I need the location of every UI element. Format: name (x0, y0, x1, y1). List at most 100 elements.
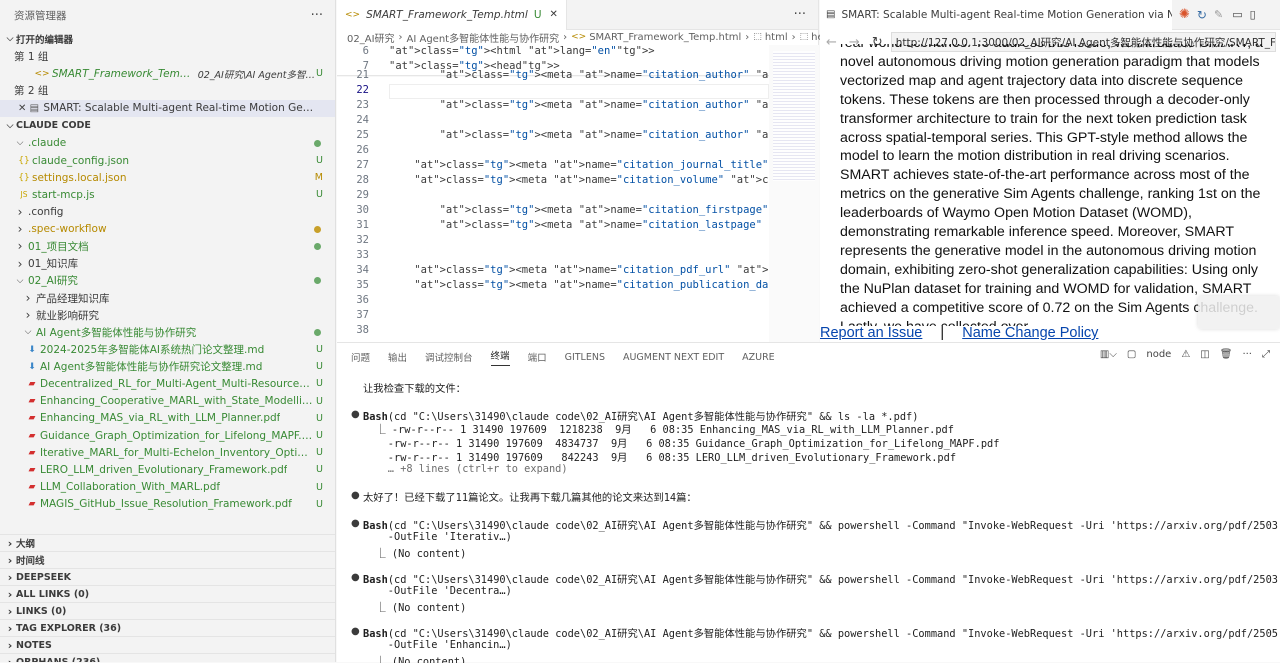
git-status-badge: U (316, 155, 323, 167)
breadcrumb-item[interactable]: AI Agent多智能体性能与协作研究 (407, 30, 560, 45)
explorer-sidebar: 资源管理器 ··· ⌵ 打开的编辑器 第 1 组 <> SMART_Framewo… (0, 0, 336, 662)
line-number: 30 (356, 204, 369, 216)
tree-item[interactable]: ▰ MAGIS_GitHub_Issue_Resolution_Framework… (0, 496, 335, 513)
explorer-more-button[interactable]: ··· (311, 8, 323, 23)
close-icon[interactable]: ✕ (18, 103, 30, 114)
open-editor-html[interactable]: <> SMART_Framework_Temp.html 02_AI研究\AI … (0, 65, 335, 82)
panel-tab[interactable]: 问题 (351, 350, 370, 364)
tree-item[interactable]: {} claude_config.json U (0, 152, 335, 169)
tree-item[interactable]: › .config (0, 204, 335, 221)
tree-item[interactable]: ⬇ AI Agent多智能体性能与协作研究论文整理.md U (0, 358, 335, 375)
tree-item[interactable]: ▰Sample_Efficiency_in_MARL_via_Explorati… (0, 513, 335, 515)
pdf-file-icon: ▰ (28, 430, 36, 441)
editor-tab-html[interactable]: <> SMART_Framework_Temp.html U ✕ (337, 0, 567, 30)
terminal-line: 让我检查下载的文件： (363, 380, 466, 395)
panel-tab[interactable]: AZURE (742, 352, 775, 363)
panel-layout-icon[interactable]: ▯ (1250, 8, 1256, 21)
open-editor-preview[interactable]: ✕ ▤ SMART: Scalable Multi-agent Real-tim… (0, 99, 335, 117)
line-number: 23 (356, 99, 369, 111)
tree-item[interactable]: ▰ Enhancing_Cooperative_MARL_with_State_M… (0, 393, 335, 410)
collapsed-section[interactable]: › ORPHANS (236) (0, 653, 335, 662)
tree-item[interactable]: ▰ LERO_LLM_driven_Evolutionary_Framework.… (0, 461, 335, 478)
code-line: "at">class="tg"><meta "at">name="citatio… (439, 69, 769, 81)
report-issue-link[interactable]: Report an Issue (820, 325, 922, 341)
tree-item[interactable]: › 01_知识库 (0, 255, 335, 272)
tree-item[interactable]: ▰ Enhancing_MAS_via_RL_with_LLM_Planner.p… (0, 410, 335, 427)
refresh-circle-icon[interactable]: ↻ (1197, 8, 1207, 22)
tree-item[interactable]: ▰ Iterative_MARL_for_Multi-Echelon_Invent… (0, 444, 335, 461)
project-label: CLAUDE CODE (16, 120, 91, 132)
panel-tab[interactable]: AUGMENT NEXT EDIT (623, 352, 724, 363)
code-line: "at">class="tg"><meta "at">name="citatio… (414, 264, 769, 276)
tree-item[interactable]: JS start-mcp.js U (0, 186, 335, 203)
collapsed-section[interactable]: › DEEPSEEK (0, 568, 335, 585)
tree-item[interactable]: ▰ LLM_Collaboration_With_MARL.pdf U (0, 479, 335, 496)
terminal-output[interactable]: 让我检查下载的文件： ● Bash(cd "C:\Users\31490\claud… (337, 371, 1280, 663)
breadcrumb-item[interactable]: SMART_Framework_Temp.html (589, 32, 741, 43)
panel-tab[interactable]: GITLENS (565, 352, 605, 363)
tree-item[interactable]: ▰ Decentralized_RL_for_Multi-Agent_Multi-… (0, 375, 335, 392)
tree-item[interactable]: ▰ Guidance_Graph_Optimization_for_Lifelon… (0, 427, 335, 444)
panel-tab[interactable]: 端口 (528, 350, 547, 364)
tree-item[interactable]: ⌵ 02_AI研究 (0, 272, 335, 289)
tree-item[interactable]: › .spec-workflow (0, 221, 335, 238)
terminal-name[interactable]: node (1146, 349, 1171, 360)
panel-tab[interactable]: 调试控制台 (425, 350, 473, 364)
collapsed-section[interactable]: › 时间线 (0, 551, 335, 568)
json-file-icon: {} (18, 172, 30, 183)
git-status-badge: U (316, 361, 323, 373)
collapsed-section[interactable]: › LINKS (0) (0, 602, 335, 619)
terminal-text: 让我检查下载的文件： (363, 383, 466, 395)
tree-item[interactable]: ⌵ .claude (0, 135, 335, 152)
terminal-layout-icon[interactable]: ▥⌵ (1100, 349, 1117, 360)
js-file-icon: JS (20, 190, 28, 200)
group-2-text: 第 2 组 (14, 85, 49, 98)
status-dot (314, 328, 321, 336)
split-layout-icon[interactable]: ▭ (1232, 8, 1242, 21)
tree-item-label: 就业影响研究 (36, 309, 99, 322)
line-number: 31 (356, 219, 369, 231)
trash-icon[interactable]: 🗑 (1220, 349, 1233, 360)
json-file-icon: {} (18, 155, 30, 166)
breadcrumb-item[interactable]: 02_AI研究 (347, 30, 395, 45)
line-number: 34 (356, 264, 369, 276)
panel-tab[interactable]: 终端 (490, 348, 510, 366)
maximize-panel-icon[interactable]: ⤢ (1262, 349, 1270, 360)
tree-item[interactable]: › 01_项目文档 (0, 238, 335, 255)
collapsed-section[interactable]: › 大纲 (0, 534, 335, 551)
split-terminal-icon[interactable]: ◫ (1200, 349, 1209, 360)
collapsed-section[interactable]: › ALL LINKS (0) (0, 585, 335, 602)
tree-item-label: Enhancing_MAS_via_RL_with_LLM_Planner.pd… (40, 412, 281, 425)
name-change-policy-link[interactable]: Name Change Policy (962, 325, 1098, 341)
brush-icon[interactable]: ✎ (1214, 8, 1223, 21)
tree-item[interactable]: › 就业影响研究 (0, 307, 335, 324)
panel-tab[interactable]: 输出 (388, 350, 407, 364)
collapsed-section[interactable]: › NOTES (0, 636, 335, 653)
terminal-text: ⎿ (No content) (363, 602, 467, 614)
bullet-icon: ● (351, 409, 360, 420)
terminal-line: Bash(cd "C:\Users\31490\claude code\02_A… (363, 571, 1280, 586)
chevron-right-icon: › (17, 205, 23, 220)
git-status-badge: U (316, 464, 323, 476)
project-section[interactable]: ⌵ CLAUDE CODE (0, 117, 335, 135)
chevron-right-icon: › (7, 638, 13, 652)
explorer-title: 资源管理器 (14, 9, 67, 22)
bullet-icon: ● (351, 518, 360, 529)
tree-item[interactable]: ⌵ AI Agent多智能体性能与协作研究 (0, 324, 335, 341)
section-label: 时间线 (16, 556, 45, 567)
line-number: 28 (356, 174, 369, 186)
browser-tab[interactable]: ▤ SMART: Scalable Multi-agent Real-time … (820, 0, 1172, 30)
more-actions-icon[interactable]: ··· (1242, 349, 1252, 360)
tree-item[interactable]: {} settings.local.json M (0, 169, 335, 186)
close-icon[interactable]: ✕ (550, 9, 558, 20)
tree-item[interactable]: ⬇ 2024-2025年多智能体AI系统热门论文整理.md U (0, 341, 335, 358)
tree-item[interactable]: › 产品经理知识库 (0, 289, 335, 306)
open-editors-section[interactable]: ⌵ 打开的编辑器 (0, 30, 335, 48)
breadcrumb-item[interactable]: html (765, 32, 788, 43)
collapsed-section[interactable]: › TAG EXPLORER (36) (0, 619, 335, 636)
claude-icon[interactable]: ✺ (1179, 7, 1190, 22)
editor-more-button[interactable]: ··· (794, 7, 806, 22)
code-area[interactable]: 6 "at">class="tg"><html "at">lang="en""tg… (337, 45, 769, 342)
chevron-down-icon: ⌵ (6, 34, 14, 44)
code-line: "at">class="tg"><meta "at">name="citatio… (439, 219, 769, 231)
